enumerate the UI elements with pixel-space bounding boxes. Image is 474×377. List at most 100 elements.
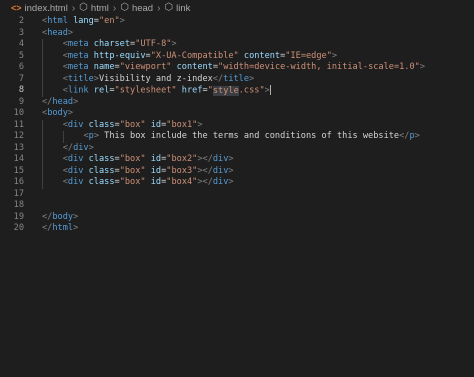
code-line[interactable]: 15 <div class="box" id="box3"></div> <box>0 165 474 177</box>
indent-guide <box>42 165 43 177</box>
line-number: 2 <box>18 16 24 26</box>
code-token: div <box>67 165 84 176</box>
code-text: </body> <box>42 212 78 224</box>
code-line[interactable]: 19 </body> <box>0 212 474 224</box>
code-line[interactable]: 20 </html> <box>0 223 474 235</box>
code-line[interactable]: 18 <box>0 200 474 212</box>
code-token: "box3" <box>166 165 198 176</box>
element-cube-icon: ⬡ <box>120 2 129 13</box>
line-number: 17 <box>13 188 24 199</box>
code-token: "width=device-width, initial-scale=1.0" <box>218 62 420 72</box>
line-number: 7 <box>18 73 24 84</box>
code-line[interactable]: 4 <meta charset="UTF-8"> <box>0 39 474 51</box>
breadcrumb-item-link[interactable]: ⬡ link <box>164 3 190 14</box>
code-token: div <box>73 142 89 153</box>
code-token: "UTF-8" <box>135 39 172 49</box>
line-number: 12 <box>13 131 24 141</box>
breadcrumb-item-head[interactable]: ⬡ head <box>120 3 153 14</box>
code-token: "en" <box>98 16 120 26</box>
code-token: > <box>119 16 125 26</box>
code-token: "stylesheet" <box>114 85 177 96</box>
breadcrumb-item-label: head <box>131 2 154 14</box>
line-number: 4 <box>18 39 24 49</box>
line-number: 18 <box>13 200 24 210</box>
code-line[interactable]: 9 </head> <box>0 97 474 109</box>
element-cube-icon: ⬡ <box>164 2 174 13</box>
code-token: </ <box>42 211 53 222</box>
breadcrumb-separator: › <box>71 2 76 14</box>
code-token: charset <box>93 39 131 49</box>
code-token: link <box>67 85 89 96</box>
code-line[interactable]: 8 <link rel="stylesheet" href="style.css"… <box>0 85 474 97</box>
code-line[interactable]: 2 <html lang="en"> <box>0 16 474 28</box>
code-line[interactable]: 3 <head> <box>0 28 474 40</box>
code-token: class <box>88 119 115 130</box>
breadcrumb-separator: › <box>157 2 161 14</box>
code-line[interactable]: 12 <p> This box include the terms and con… <box>0 131 474 143</box>
line-number: 8 <box>18 85 24 95</box>
code-token: div <box>212 165 229 176</box>
code-line[interactable]: 6 <meta name="viewport" content="width=de… <box>0 62 474 74</box>
code-token: "box" <box>119 165 146 176</box>
code-token: id <box>150 165 162 176</box>
indent-guide <box>62 131 64 143</box>
code-token: id <box>150 177 162 187</box>
code-line[interactable]: 17 <box>0 189 474 201</box>
indent-guide <box>42 119 43 131</box>
code-token: > <box>73 96 79 107</box>
code-text: </div> <box>63 143 94 155</box>
code-token: meta <box>67 50 89 61</box>
code-token: </ <box>399 131 410 141</box>
code-token: </ <box>62 142 74 153</box>
breadcrumb-item-label: link <box>176 2 191 14</box>
indent-guide <box>42 62 43 74</box>
code-token: ></ <box>197 177 213 187</box>
code-line[interactable]: 16 <div class="box" id="box4"></div> <box>0 177 474 189</box>
code-token: "box" <box>119 177 146 187</box>
code-text: <title>Visibility and z-index</title> <box>63 74 255 86</box>
code-editor[interactable]: <> index.html › ⬡ html › ⬡ head › ⬡ link… <box>0 0 474 377</box>
code-token: class <box>88 177 115 187</box>
code-token: div <box>67 119 84 130</box>
code-token: div <box>67 177 84 187</box>
code-line[interactable]: 7 <title>Visibility and z-index</title> <box>0 73 474 86</box>
code-line[interactable]: 10 <body> <box>0 108 474 120</box>
code-line[interactable]: 13 </div> <box>0 142 474 155</box>
code-line[interactable]: 5 <meta http-equiv="X-UA-Compatible" cont… <box>0 50 474 62</box>
line-number: 16 <box>13 177 24 187</box>
code-token: ></ <box>197 154 213 164</box>
code-token: meta <box>67 62 89 72</box>
code-token: </ <box>212 73 224 84</box>
breadcrumb-file[interactable]: <> index.html <box>11 3 68 14</box>
code-token: "box2" <box>166 154 198 164</box>
code-token: > <box>228 165 234 176</box>
code-token: </ <box>42 223 53 233</box>
code-area[interactable]: 2 <html lang="en"> 3 <head> 4 <meta charset="… <box>0 16 474 235</box>
line-number: 20 <box>13 223 24 233</box>
code-token: > <box>228 177 234 187</box>
code-token: rel <box>93 85 110 96</box>
code-line[interactable]: 11 <div class="box" id="box1"> <box>0 119 474 131</box>
code-token: div <box>67 154 84 164</box>
line-number: 10 <box>13 108 24 118</box>
code-text: </head> <box>42 97 78 109</box>
breadcrumb-separator: › <box>112 2 117 14</box>
code-token: > <box>197 119 203 130</box>
code-token: html <box>52 223 74 233</box>
line-number: 19 <box>13 211 24 222</box>
indent-guide <box>42 85 43 97</box>
breadcrumb-item-html[interactable]: ⬡ html <box>79 3 109 14</box>
code-token: div <box>212 154 229 164</box>
line-number: 5 <box>18 50 24 61</box>
code-token: > <box>249 73 255 84</box>
code-token: content <box>176 62 213 72</box>
code-text: <div class="box" id="box4"></div> <box>63 177 234 189</box>
code-text: <link rel="stylesheet" href="style.css"> <box>63 85 271 97</box>
indent-guide <box>42 73 43 85</box>
indent-guide <box>42 142 43 154</box>
code-token: html <box>47 16 68 26</box>
code-line[interactable]: 14 <div class="box" id="box2"></div> <box>0 154 474 166</box>
code-token: content <box>243 50 281 61</box>
code-token: .css" <box>238 85 265 96</box>
line-number: 3 <box>18 27 24 38</box>
